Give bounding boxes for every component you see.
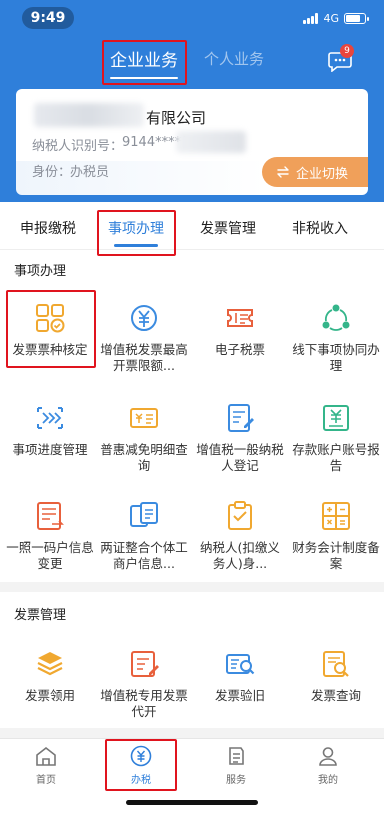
item-invoice-query[interactable]: 发票查询 xyxy=(288,648,384,704)
item-invoice-verify[interactable]: 发票验旧 xyxy=(192,648,288,704)
company-switch-button[interactable]: 企业切换 xyxy=(262,157,368,187)
item-label: 一照一码户信息变更 xyxy=(6,540,94,571)
header-bar: 9:49 4G 企业业务 个人业务 9 有限公司 纳税人识别号： 9144***… xyxy=(0,0,384,202)
item-label: 发票验旧 xyxy=(214,688,265,703)
role-value: 办税员 xyxy=(70,165,110,180)
tab-personal[interactable]: 个人业务 xyxy=(204,48,264,69)
item-label: 纳税人(扣缴义务人)身... xyxy=(200,540,280,571)
e-ticket-icon xyxy=(227,309,253,327)
taxpayer-identity-icon xyxy=(228,501,252,530)
proxy-invoice-icon xyxy=(131,651,159,677)
item-license-info-change[interactable]: 一照一码户信息变更 xyxy=(2,500,98,572)
signal-icon xyxy=(303,13,319,24)
redacted-company-prefix xyxy=(34,103,144,127)
invoice-search-icon xyxy=(323,651,349,677)
item-vat-register[interactable]: 增值税一般纳税人登记 xyxy=(192,402,288,474)
status-icons: 4G xyxy=(303,12,369,25)
sub-tabs: 申报缴税 事项办理 发票管理 非税收入 xyxy=(0,202,384,250)
redacted-tin xyxy=(176,131,246,153)
register-icon xyxy=(228,404,254,432)
item-progress-mgmt[interactable]: 事项进度管理 xyxy=(2,402,98,458)
service-icon xyxy=(229,747,244,765)
nav-service[interactable]: 服务 xyxy=(206,745,266,786)
progress-icon xyxy=(37,407,63,429)
highlight-box-business-tab xyxy=(102,40,187,85)
company-switch-label: 企业切换 xyxy=(296,166,349,182)
top-tabs: 企业业务 个人业务 xyxy=(0,46,384,79)
nav-profile[interactable]: 我的 xyxy=(298,745,358,786)
item-cert-integration[interactable]: 两证整合个体工商户信息... xyxy=(96,500,192,572)
tab-non-tax[interactable]: 非税收入 xyxy=(292,218,348,238)
network-label: 4G xyxy=(323,12,339,25)
item-e-ticket[interactable]: 电子税票 xyxy=(192,302,288,358)
item-label: 线下事项协同办理 xyxy=(292,342,380,373)
switch-arrows-icon xyxy=(277,166,289,178)
item-label: 发票查询 xyxy=(310,688,361,703)
battery-icon xyxy=(344,13,369,24)
profile-icon xyxy=(319,747,337,766)
tab-invoice-mgmt[interactable]: 发票管理 xyxy=(200,218,256,238)
message-badge: 9 xyxy=(340,44,354,58)
info-change-icon xyxy=(37,502,64,530)
highlight-box-invoice-type xyxy=(6,290,96,368)
section-title-matters: 事项办理 xyxy=(14,264,67,279)
section-title-invoice: 发票管理 xyxy=(14,608,67,623)
item-label: 增值税专用发票代开 xyxy=(100,688,188,719)
nav-profile-label: 我的 xyxy=(318,775,338,786)
item-offline-collab[interactable]: 线下事项协同办理 xyxy=(288,302,384,374)
nav-home[interactable]: 首页 xyxy=(16,745,76,786)
nav-service-label: 服务 xyxy=(226,775,246,786)
item-label: 发票领用 xyxy=(24,688,75,703)
tab-declare-pay[interactable]: 申报缴税 xyxy=(20,218,76,238)
accounting-filing-icon xyxy=(322,502,350,530)
home-icon xyxy=(36,746,56,766)
item-deposit-account-report[interactable]: 存款账户账号报告 xyxy=(288,402,384,474)
company-card: 有限公司 纳税人识别号： 9144***** 身份： 办税员 企业切换 xyxy=(16,89,368,195)
invoice-limit-icon xyxy=(131,305,157,331)
home-indicator xyxy=(126,800,258,805)
highlight-box-matters-tab xyxy=(97,210,176,256)
item-accounting-filing[interactable]: 财务会计制度备案 xyxy=(288,500,384,572)
company-name: 有限公司 xyxy=(146,109,207,127)
section-divider xyxy=(0,728,384,738)
role-label: 身份： xyxy=(32,165,72,180)
collaborate-icon xyxy=(322,304,350,331)
item-invoice-claim[interactable]: 发票领用 xyxy=(2,648,98,704)
highlight-box-tax-nav xyxy=(105,739,177,791)
item-label: 两证整合个体工商户信息... xyxy=(100,540,188,571)
item-label: 事项进度管理 xyxy=(12,442,88,457)
item-label: 普惠减免明细查询 xyxy=(100,442,188,473)
nav-home-label: 首页 xyxy=(36,775,56,786)
item-invoice-limit[interactable]: 增值税发票最高开票限额... xyxy=(96,302,192,374)
tin-label: 纳税人识别号： xyxy=(32,139,124,154)
item-taxpayer-identity[interactable]: 纳税人(扣缴义务人)身... xyxy=(192,500,288,572)
account-report-icon xyxy=(323,405,349,431)
item-tax-relief-query[interactable]: 普惠减免明细查询 xyxy=(96,402,192,474)
invoice-stack-icon xyxy=(37,652,63,676)
tax-relief-icon xyxy=(130,408,158,428)
item-label: 增值税一般纳税人登记 xyxy=(196,442,284,473)
status-bar: 9:49 4G xyxy=(0,0,384,36)
invoice-verify-icon xyxy=(226,654,255,675)
item-vat-proxy-invoice[interactable]: 增值税专用发票代开 xyxy=(96,648,192,720)
status-time: 9:49 xyxy=(22,7,74,29)
item-label: 财务会计制度备案 xyxy=(292,540,380,571)
merge-cert-icon xyxy=(130,502,158,527)
item-label: 电子税票 xyxy=(214,342,265,357)
main-content: 申报缴税 事项办理 发票管理 非税收入 事项办理 发票票种核定 增值税发票最高开… xyxy=(0,202,384,738)
item-label: 增值税发票最高开票限额... xyxy=(100,342,188,373)
item-label: 存款账户账号报告 xyxy=(292,442,380,473)
section-divider xyxy=(0,582,384,592)
